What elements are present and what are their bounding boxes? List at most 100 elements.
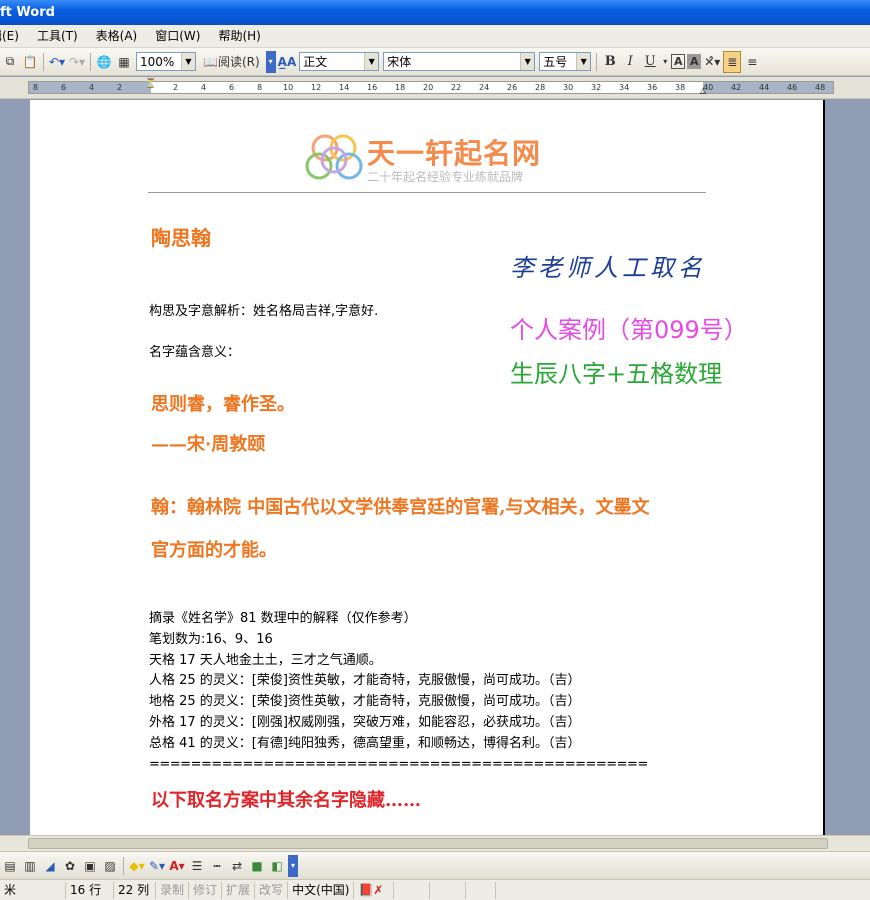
ruler-tick: 8 — [257, 83, 263, 92]
toolbar-options-icon[interactable]: ▾ — [265, 50, 276, 73]
logo-title: 天一轩起名网 — [367, 137, 542, 170]
menu-tools[interactable]: 工具(T) — [28, 25, 87, 47]
char-scaling-icon[interactable]: ✕̂▾ — [703, 51, 721, 73]
status-row: 16 行 — [66, 881, 114, 899]
diagram-icon[interactable]: ✿ — [61, 855, 79, 877]
align-left-icon[interactable]: ≣ — [723, 50, 742, 73]
read-label: 阅读(R) — [217, 55, 260, 69]
first-line-indent-marker[interactable]: ⏳ — [145, 79, 156, 89]
zoom-value: 100% — [140, 54, 175, 69]
ruler-tick: 36 — [647, 83, 658, 92]
copy-icon[interactable]: ⧉ — [1, 51, 19, 73]
status-overtype[interactable]: 改写 — [255, 881, 289, 899]
3d-icon[interactable]: ◧ — [268, 855, 286, 877]
ruler-tick: 32 — [591, 83, 602, 92]
ruler-tick: 18 — [395, 83, 406, 92]
document-page[interactable]: 天一轩起名网 二十年起名经验专业练就品牌 陶思翰 李老师人工取名 个人案例（第0… — [30, 100, 825, 835]
logo-subtitle: 二十年起名经验专业练就品牌 — [367, 170, 524, 184]
paste-icon[interactable]: 📋 — [21, 51, 39, 73]
ruler-tick: 30 — [563, 83, 574, 92]
italic-button[interactable]: I — [621, 51, 639, 73]
chevron-down-icon: ▼ — [181, 53, 195, 70]
bold-button[interactable]: B — [601, 51, 619, 73]
window-title: ft Word — [0, 5, 55, 20]
ruler-tick: 44 — [759, 83, 770, 92]
horizontal-scrollbar[interactable] — [0, 835, 870, 851]
ruler-tick: 42 — [731, 83, 742, 92]
scrollbar-thumb[interactable] — [28, 838, 828, 849]
line-style-icon[interactable]: ☰ — [188, 855, 206, 877]
clipart-icon[interactable]: ▣ — [81, 855, 99, 877]
status-language: 中文(中国) — [288, 881, 355, 899]
numerology-line: 笔划数为:16、9、16 — [149, 631, 273, 647]
ruler-tick: 10 — [283, 83, 294, 92]
arrow-style-icon[interactable]: ⇄ — [228, 855, 246, 877]
align-center-icon[interactable]: ≡ — [743, 51, 761, 73]
vertical-textbox-icon[interactable]: ▥ — [21, 855, 39, 877]
read-mode-button[interactable]: 📖 阅读(R) — [199, 51, 264, 73]
analysis-text: 构思及字意解析：姓名格局吉祥,字意好. — [149, 304, 379, 319]
font-select[interactable]: 宋体 ▼ — [383, 52, 536, 71]
menu-help[interactable]: 帮助(H) — [209, 25, 269, 47]
status-bar: 米 16 行 22 列 录制 修订 扩展 改写 中文(中国) 📕✗ — [0, 879, 870, 900]
line-color-icon[interactable]: ✎▾ — [148, 855, 166, 877]
chevron-down-icon: ▼ — [364, 53, 379, 70]
underline-dropdown-icon[interactable]: ▾ — [661, 51, 669, 73]
ruler-tick: 2 — [173, 83, 179, 92]
ruler-tick: 6 — [229, 83, 235, 92]
style-value: 正文 — [303, 55, 328, 69]
separator-line: ========================================… — [149, 756, 648, 772]
ruler-tick: 4 — [201, 83, 207, 92]
textbox-icon[interactable]: ▤ — [1, 855, 19, 877]
chevron-down-icon: ▼ — [520, 53, 535, 70]
menu-window[interactable]: 窗口(W) — [146, 25, 209, 47]
style-select[interactable]: 正文 ▼ — [299, 52, 380, 71]
drawing-toolbar: ▤ ▥ ◢ ✿ ▣ ▨ ◆▾ ✎▾ A▾ ☰ ┅ ⇄ ■ ◧ ▾ — [0, 851, 870, 879]
ruler-tick: 2 — [117, 83, 123, 92]
book-icon: 📖 — [203, 54, 218, 69]
status-track-changes[interactable]: 修订 — [189, 881, 223, 899]
ruler-tick: 8 — [33, 83, 39, 92]
status-empty-panel — [430, 881, 467, 899]
menu-edit[interactable]: 编辑(E) — [0, 25, 28, 47]
toolbar-separator — [43, 52, 44, 71]
zoom-select[interactable]: 100% ▼ — [136, 52, 196, 71]
hyperlink-icon[interactable]: 🌐 — [95, 51, 113, 73]
ruler-tick: 38 — [675, 83, 686, 92]
title-bar: ft Word — [0, 0, 870, 25]
fill-color-icon[interactable]: ◆▾ — [128, 855, 146, 877]
status-extend[interactable]: 扩展 — [222, 881, 256, 899]
status-record[interactable]: 录制 — [156, 881, 190, 899]
right-indent-marker[interactable]: △ — [700, 86, 706, 95]
toolbar-options-icon[interactable]: ▾ — [288, 854, 298, 877]
status-position: 米 — [0, 881, 66, 899]
spellcheck-icon[interactable]: 📕✗ — [354, 881, 395, 899]
wordart-icon[interactable]: ◢ — [41, 855, 59, 877]
menu-table[interactable]: 表格(A) — [87, 25, 147, 47]
toolbar-separator — [596, 52, 598, 71]
styles-icon[interactable]: A̲A — [278, 51, 297, 73]
table-icon[interactable]: ▦ — [115, 51, 133, 73]
char-border-button[interactable]: A — [671, 54, 686, 69]
toolbar-separator — [90, 52, 91, 71]
picture-icon[interactable]: ▨ — [101, 855, 119, 877]
numerology-line: 总格 41 的灵义：[有德]纯阳独秀，德高望重，和顺畅达，博得名利。（吉） — [149, 735, 581, 751]
site-logo: 天一轩起名网 二十年起名经验专业练就品牌 — [305, 130, 585, 190]
teacher-signature: 李老师人工取名 — [510, 254, 706, 282]
font-size-select[interactable]: 五号 ▼ — [539, 52, 592, 71]
underline-button[interactable]: U — [641, 51, 659, 73]
ruler-tick: 12 — [311, 83, 322, 92]
horizontal-ruler[interactable]: 8 6 4 2 2 4 6 8 10 12 14 16 18 20 22 24 … — [0, 77, 870, 99]
redo-icon[interactable]: ↷▾ — [68, 51, 86, 73]
bazi-heading: 生辰八字+五格数理 — [510, 360, 723, 388]
dash-style-icon[interactable]: ┅ — [208, 855, 226, 877]
han-meaning-line: 官方面的才能。 — [151, 540, 277, 561]
name-title: 陶思翰 — [151, 226, 211, 250]
status-empty-panel — [394, 881, 431, 899]
undo-icon[interactable]: ↶▾ — [48, 51, 66, 73]
ruler-tick: 26 — [507, 83, 518, 92]
shadow-icon[interactable]: ■ — [248, 855, 266, 877]
numerology-line: 地格 25 的灵义：[荣俊]资性英敏，才能奇特，克服傲慢，尚可成功。（吉） — [149, 694, 581, 710]
font-color-icon[interactable]: A▾ — [168, 855, 186, 877]
char-shading-button[interactable]: A — [687, 54, 702, 69]
